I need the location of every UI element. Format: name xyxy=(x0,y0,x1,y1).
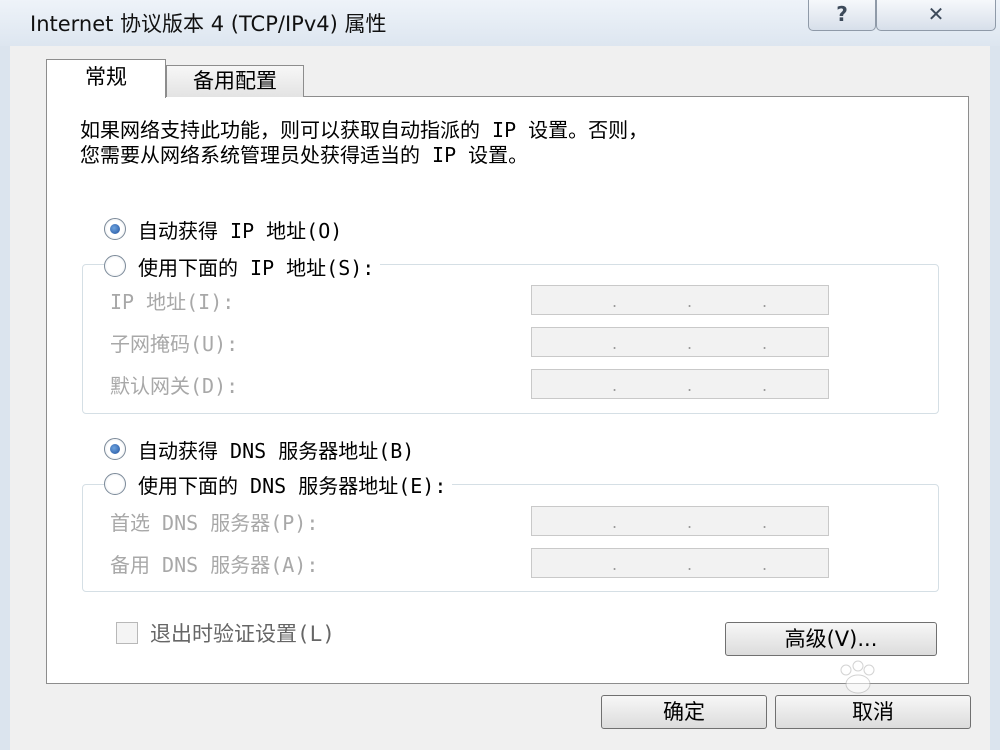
validate-settings-label: 退出时验证设置(L) xyxy=(150,622,335,646)
window-frame-left xyxy=(0,46,10,750)
alternate-dns-label: 备用 DNS 服务器(A): xyxy=(110,553,319,577)
auto-ip-radio-row[interactable]: 自动获得 IP 地址(O) xyxy=(104,214,349,244)
auto-dns-radio-row[interactable]: 自动获得 DNS 服务器地址(B) xyxy=(104,434,421,464)
ip-address-field[interactable]: ... xyxy=(531,285,829,315)
help-icon: ? xyxy=(836,2,848,26)
alternate-dns-field[interactable]: ... xyxy=(531,548,829,578)
title-bar: Internet 协议版本 4 (TCP/IPv4) 属性 ? ✕ xyxy=(0,0,1000,46)
tab-alternate-config[interactable]: 备用配置 xyxy=(166,65,304,97)
default-gateway-label: 默认网关(D): xyxy=(110,374,239,398)
manual-ip-radio-row[interactable]: 使用下面的 IP 地址(S): xyxy=(104,251,381,281)
default-gateway-field[interactable]: ... xyxy=(531,369,829,399)
manual-dns-label: 使用下面的 DNS 服务器地址(E): xyxy=(138,473,447,498)
preferred-dns-field[interactable]: ... xyxy=(531,506,829,536)
ok-button[interactable]: 确定 xyxy=(601,695,767,729)
manual-dns-radio[interactable] xyxy=(104,473,126,495)
preferred-dns-label: 首选 DNS 服务器(P): xyxy=(110,511,319,535)
ip-address-label: IP 地址(I): xyxy=(110,290,235,314)
window-title: Internet 协议版本 4 (TCP/IPv4) 属性 xyxy=(30,12,387,36)
validate-settings-checkbox[interactable] xyxy=(116,622,138,644)
window-frame-right xyxy=(990,46,1000,750)
auto-dns-radio[interactable] xyxy=(104,438,126,460)
auto-ip-label: 自动获得 IP 地址(O) xyxy=(138,218,343,243)
help-button[interactable]: ? xyxy=(808,0,876,31)
description-text: 如果网络支持此功能，则可以获取自动指派的 IP 设置。否则， 您需要从网络系统管… xyxy=(80,118,648,168)
baidu-jingyan-watermark xyxy=(840,660,875,694)
manual-ip-label: 使用下面的 IP 地址(S): xyxy=(138,255,375,280)
advanced-button[interactable]: 高级(V)... xyxy=(725,622,937,656)
close-button[interactable]: ✕ xyxy=(876,0,996,31)
manual-ip-radio[interactable] xyxy=(104,255,126,277)
auto-dns-label: 自动获得 DNS 服务器地址(B) xyxy=(138,438,415,463)
auto-ip-radio[interactable] xyxy=(104,218,126,240)
manual-dns-radio-row[interactable]: 使用下面的 DNS 服务器地址(E): xyxy=(104,469,453,499)
subnet-mask-label: 子网掩码(U): xyxy=(110,332,239,356)
close-icon: ✕ xyxy=(927,2,945,26)
tab-general[interactable]: 常规 xyxy=(46,59,166,98)
subnet-mask-field[interactable]: ... xyxy=(531,327,829,357)
description-line-2: 您需要从网络系统管理员处获得适当的 IP 设置。 xyxy=(80,143,529,167)
description-line-1: 如果网络支持此功能，则可以获取自动指派的 IP 设置。否则， xyxy=(80,118,649,142)
